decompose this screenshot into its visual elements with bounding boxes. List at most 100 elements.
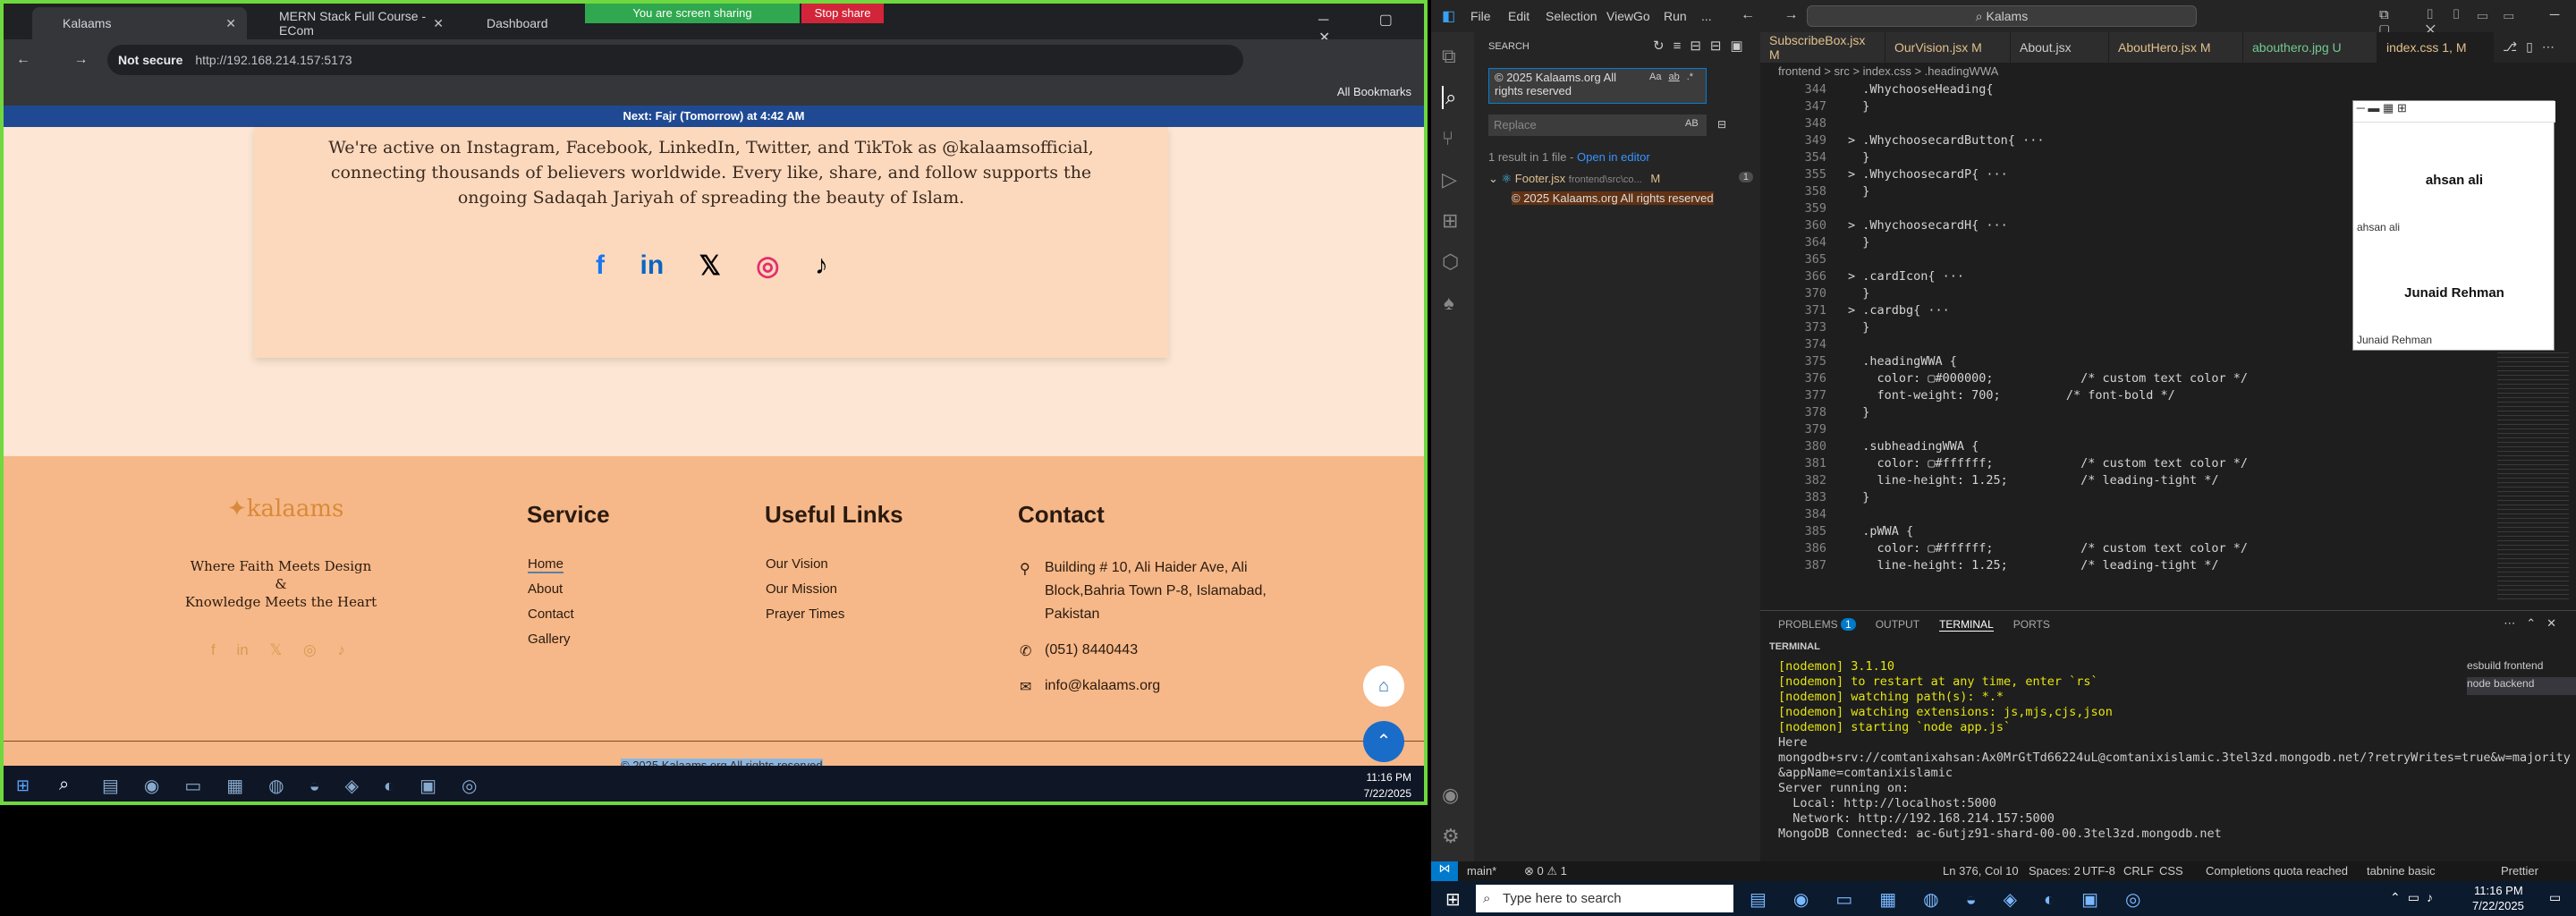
tabnine-status[interactable]: tabnine basic [2367,864,2436,878]
git-branch[interactable]: main* [1467,864,1496,878]
code-line: .subheadingWWA { [1848,439,1979,454]
taskbar-search-box[interactable]: ⌕ Type here to search [1476,885,1733,912]
tab-about[interactable]: About.jsx [2011,32,2109,63]
all-bookmarks-link[interactable]: All Bookmarks [1337,85,1411,98]
linkedin-icon[interactable]: in [640,250,664,282]
x-twitter-icon[interactable]: 𝕏 [269,641,282,659]
browser-tab-active[interactable]: Kalaams ✕ [32,7,247,39]
tiktok-icon[interactable]: ♪ [337,641,345,659]
menu-edit[interactable]: Edit [1508,9,1530,23]
language-mode[interactable]: CSS [2159,864,2183,878]
line-number: 385 [1804,524,1826,539]
tab-problems[interactable]: PROBLEMS 1 [1778,618,1856,632]
regex-toggle[interactable]: .* [1687,72,1693,82]
remote-icon[interactable]: ⬡ [1442,250,1459,274]
footer-logo[interactable]: ✦kalaams [227,496,343,522]
facebook-icon[interactable]: f [211,641,216,659]
tab-ports[interactable]: PORTS [2013,618,2050,632]
cursor-position[interactable]: Ln 376, Col 10 [1943,864,2019,878]
footer-social-icons: f in 𝕏 ◎ ♪ [211,641,345,659]
code-line: line-height: 1.25; /* leading-tight */ [1848,558,2219,572]
instagram-icon[interactable]: ◎ [303,641,317,659]
result-match-row[interactable]: © 2025 Kalaams.org All rights reserved [1512,191,1714,205]
taskbar-apps[interactable]: ▤◉▭▦◍◒◈◐▣◎ [1750,888,2167,911]
search-actions[interactable]: ↻≡⊟⊟▣ [1653,38,1752,54]
search-icon[interactable]: ⌕ [59,775,69,795]
mongodb-icon[interactable]: ♠ [1444,292,1454,315]
problems-count[interactable]: ⊗ 0 ⚠ 1 [1524,864,1567,878]
match-word-toggle[interactable]: ab [1668,72,1679,82]
command-center-search[interactable]: ⌕ Kalams [1807,5,2197,27]
breadcrumb[interactable]: frontend > src > index.css > .headingWWA [1778,64,1998,78]
editor-actions[interactable]: ⎇▯⋯ [2503,39,2563,55]
terminal-node[interactable]: node backend [2467,677,2576,695]
match-case-toggle[interactable]: Aa [1649,72,1661,82]
scroll-up-fab[interactable]: ⌂ [1363,666,1404,707]
service-about-link[interactable]: About [528,581,563,597]
windows-start-icon[interactable]: ⊞ [1445,888,1461,911]
open-in-editor-link[interactable]: Open in editor [1577,150,1650,164]
search-icon[interactable]: ⌕ [1442,86,1456,109]
close-icon[interactable]: ✕ [433,16,444,31]
linkedin-icon[interactable]: in [236,641,248,659]
our-vision-link[interactable]: Our Vision [766,556,828,572]
prayer-times-link[interactable]: Prayer Times [766,606,844,622]
tab-output[interactable]: OUTPUT [1876,618,1919,632]
prettier-status[interactable]: Prettier [2501,864,2538,878]
service-home-link[interactable]: Home [528,556,564,573]
phone-number[interactable]: (051) 8440443 [1045,642,1138,658]
popup-toolbar[interactable]: ─ ▬ ▦ ⊞ [2353,101,2555,123]
search-sidebar: SEARCH ↻≡⊟⊟▣ © 2025 Kalaams.org All righ… [1474,32,1760,861]
menu-file[interactable]: File [1470,9,1491,23]
encoding[interactable]: UTF-8 [2082,864,2115,878]
replace-all-icon[interactable]: ⊟ [1717,118,1726,131]
tray-icons[interactable]: ⌃▭♪ [2390,890,2440,905]
preserve-case-toggle[interactable]: AB [1685,118,1699,129]
browser-tab[interactable]: Dashboard [456,7,581,39]
line-ending[interactable]: CRLF [2123,864,2154,878]
source-control-icon[interactable]: ⑂ [1442,127,1453,150]
stop-share-button[interactable]: Stop share [801,4,884,23]
tiktok-icon[interactable]: ♪ [815,250,828,282]
tab-terminal[interactable]: TERMINAL [1939,618,1994,632]
service-gallery-link[interactable]: Gallery [528,632,571,647]
replace-input[interactable]: Replace [1488,114,1707,136]
nav-arrows[interactable]: ← → [1741,7,1810,23]
facebook-icon[interactable]: f [596,250,605,282]
our-mission-link[interactable]: Our Mission [766,581,837,597]
notifications-icon[interactable]: ▭ [2549,890,2561,905]
tab-index-css[interactable]: index.css 1, M [2377,32,2494,63]
account-icon[interactable]: ◉ [1442,784,1459,807]
menu-more[interactable]: ... [1701,9,1712,23]
address-line-3: Pakistan [1045,606,1100,622]
menu-run[interactable]: Run [1664,9,1687,23]
x-twitter-icon[interactable]: 𝕏 [699,250,721,282]
tab-abouthero-jpg[interactable]: abouthero.jpg U [2243,32,2377,63]
address-bar[interactable]: Not secure http://192.168.214.157:5173 [107,45,1243,75]
instagram-icon[interactable]: ◎ [756,250,779,282]
indent-spaces[interactable]: Spaces: 2 [2029,864,2080,878]
service-contact-link[interactable]: Contact [528,606,574,622]
taskbar-apps[interactable]: ▤◉▭▦◍◒◈◐▣◎ [102,775,502,797]
windows-start-icon[interactable]: ⊞ [16,776,30,795]
tab-abouthero[interactable]: AboutHero.jsx M [2109,32,2243,63]
back-to-top-button[interactable]: ⌃ [1363,721,1404,762]
menu-view[interactable]: View [1606,9,1633,23]
gear-icon[interactable]: ⚙ [1442,825,1460,848]
run-debug-icon[interactable]: ▷ [1442,168,1457,191]
browser-tab[interactable]: MERN Stack Full Course - ECom ✕ [249,7,454,39]
search-options[interactable]: Aa ab .* [1649,72,1693,82]
remote-indicator[interactable]: ⋈ [1431,861,1458,881]
terminal-esbuild[interactable]: esbuild frontend [2467,659,2576,677]
tab-ourvision[interactable]: OurVision.jsx M [1885,32,2011,63]
panel-actions[interactable]: ⋯⌃✕ [2504,616,2567,631]
completions-status[interactable]: Completions quota reached [2206,864,2348,878]
explorer-icon[interactable]: ⧉ [1442,45,1456,68]
email-address[interactable]: info@kalaams.org [1045,678,1160,694]
extensions-icon[interactable]: ⊞ [1442,209,1458,233]
menu-selection[interactable]: Selection [1546,9,1597,23]
tab-subscribebox[interactable]: SubscribeBox.jsx M [1760,32,1885,63]
menu-go[interactable]: Go [1633,9,1650,23]
result-file-row[interactable]: ⌄ ⚛ Footer.jsx frontend\src\co... M 1 [1488,172,1757,190]
close-icon[interactable]: ✕ [225,16,236,31]
